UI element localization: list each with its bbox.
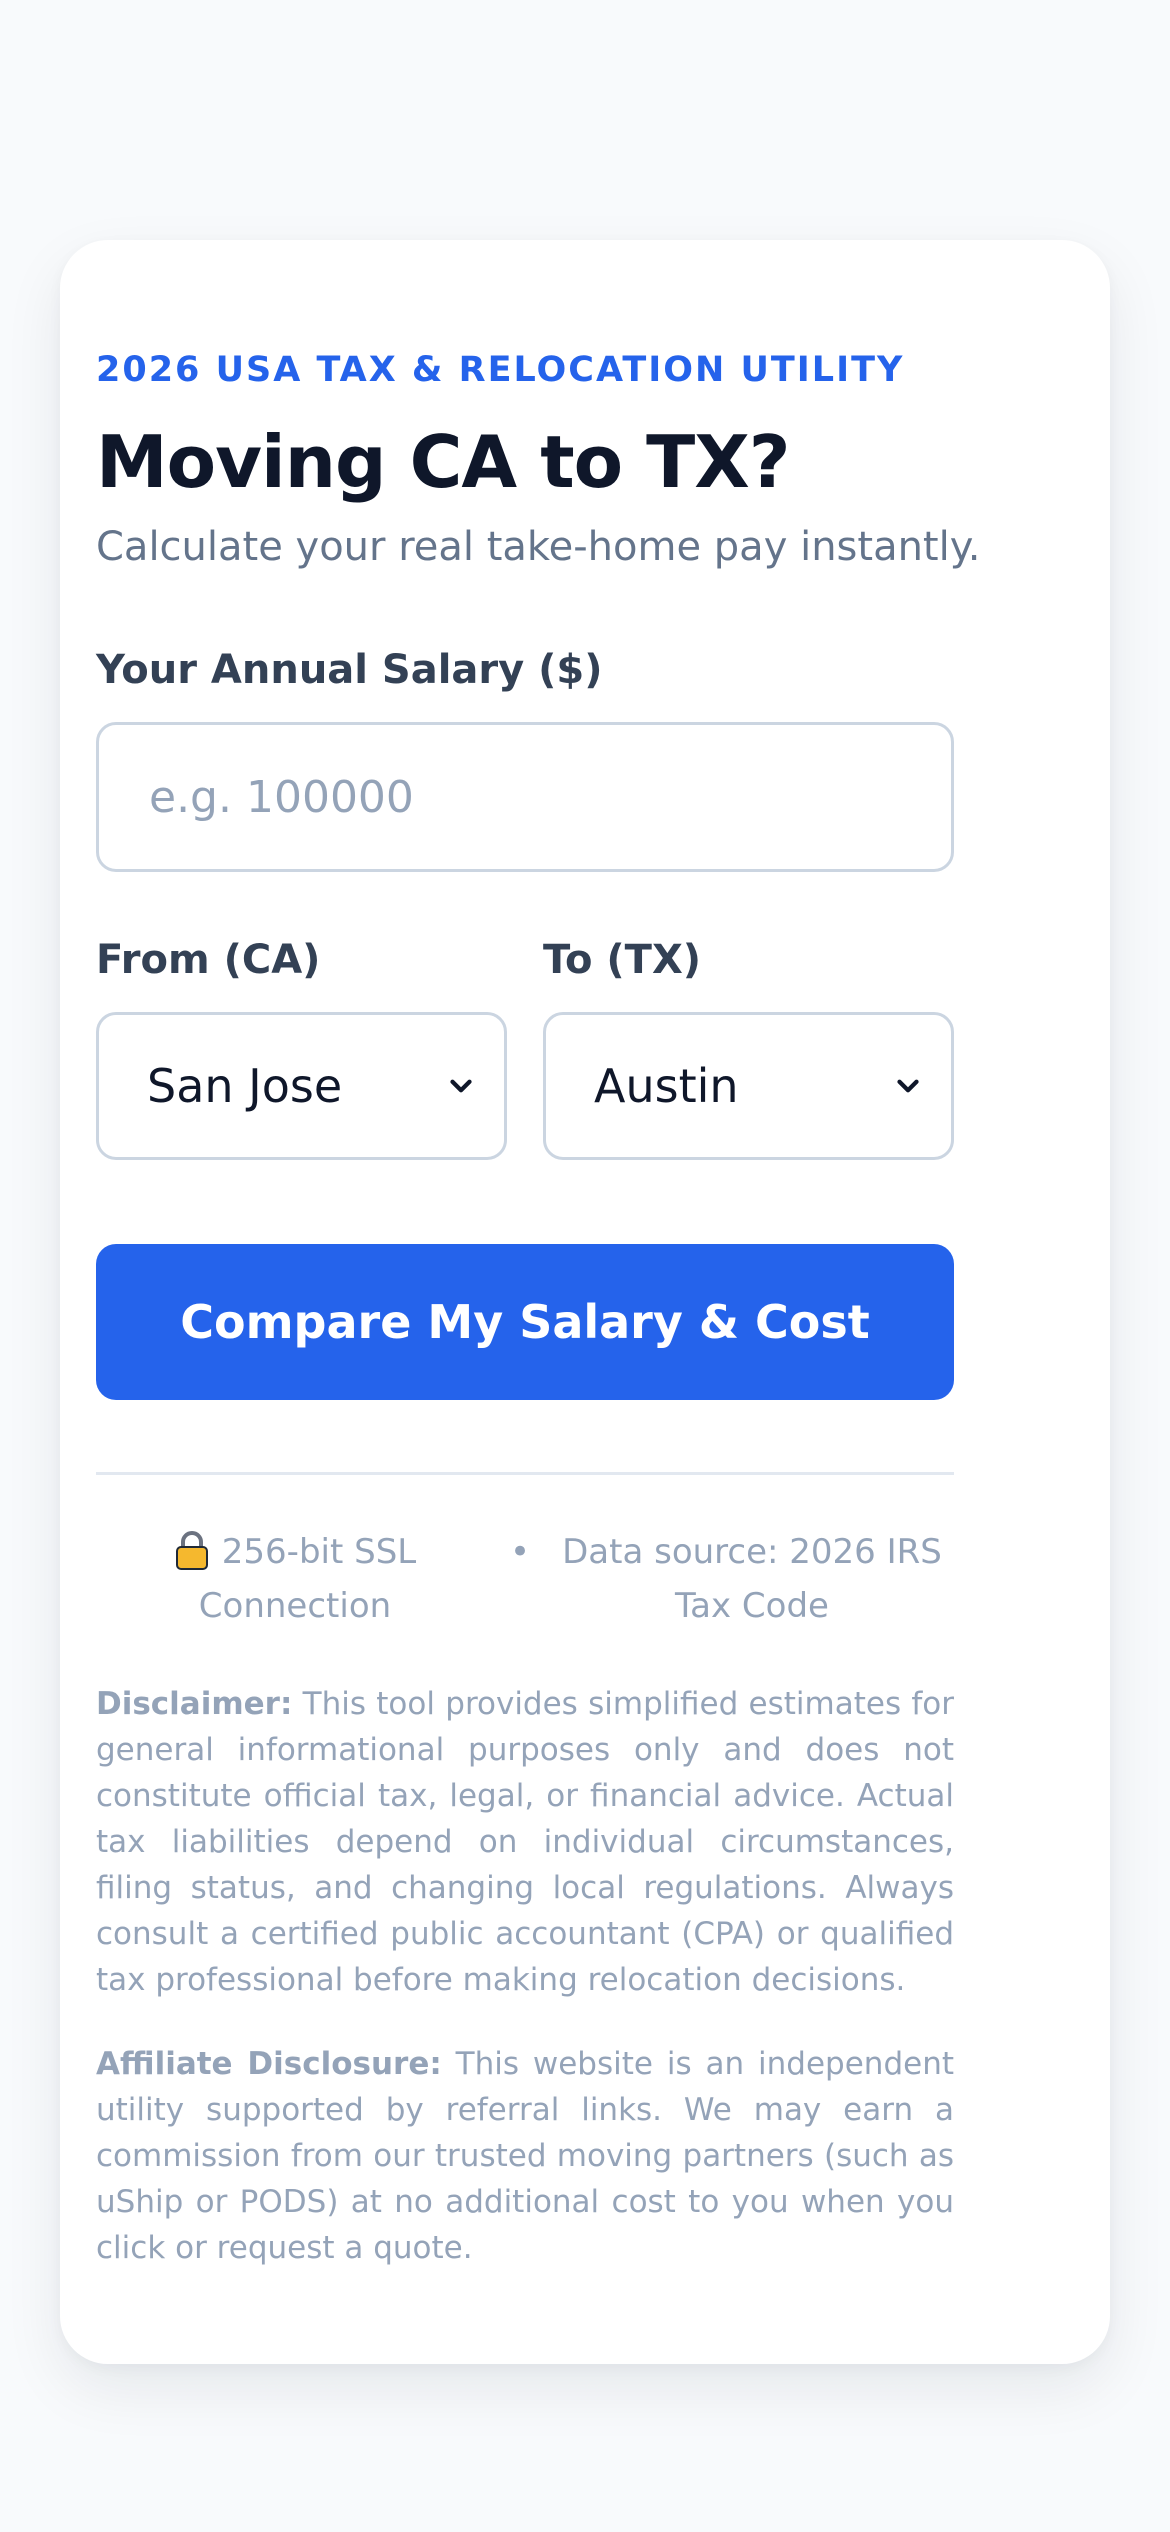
lock-icon — [175, 1531, 208, 1570]
disclaimer-text: This tool provides simplified estimates … — [96, 1686, 954, 1998]
affiliate-title: Affiliate Disclosure: — [96, 2046, 442, 2082]
from-city-label: From (CA) — [96, 937, 321, 983]
page-title: Moving CA to TX? — [96, 420, 791, 504]
eyebrow-label: 2026 USA TAX & RELOCATION UTILITY — [96, 350, 905, 390]
chevron-down-icon — [897, 1079, 919, 1093]
from-city-select[interactable]: San Jose — [96, 1012, 507, 1160]
affiliate-disclosure: Affiliate Disclosure: This website is an… — [96, 2041, 954, 2271]
disclaimer: Disclaimer: This tool provides simplifie… — [96, 1681, 954, 2003]
to-city-label: To (TX) — [543, 937, 702, 983]
salary-input[interactable] — [96, 722, 954, 872]
to-city-value: Austin — [594, 1059, 739, 1113]
salary-label: Your Annual Salary ($) — [96, 647, 603, 693]
from-city-value: San Jose — [147, 1059, 343, 1113]
compare-button[interactable]: Compare My Salary & Cost — [96, 1244, 954, 1400]
page-subtitle: Calculate your real take-home pay instan… — [96, 524, 981, 570]
chevron-down-icon — [450, 1079, 472, 1093]
data-source-text: Data source: 2026 IRS Tax Code — [562, 1532, 942, 1626]
separator-dot: • — [509, 1532, 531, 1572]
disclaimer-title: Disclaimer: — [96, 1686, 293, 1722]
ssl-badge: 256-bit SSL Connection — [100, 1525, 490, 1633]
to-city-select[interactable]: Austin — [543, 1012, 954, 1160]
ssl-text: 256-bit SSL Connection — [198, 1532, 417, 1626]
divider — [96, 1472, 954, 1475]
